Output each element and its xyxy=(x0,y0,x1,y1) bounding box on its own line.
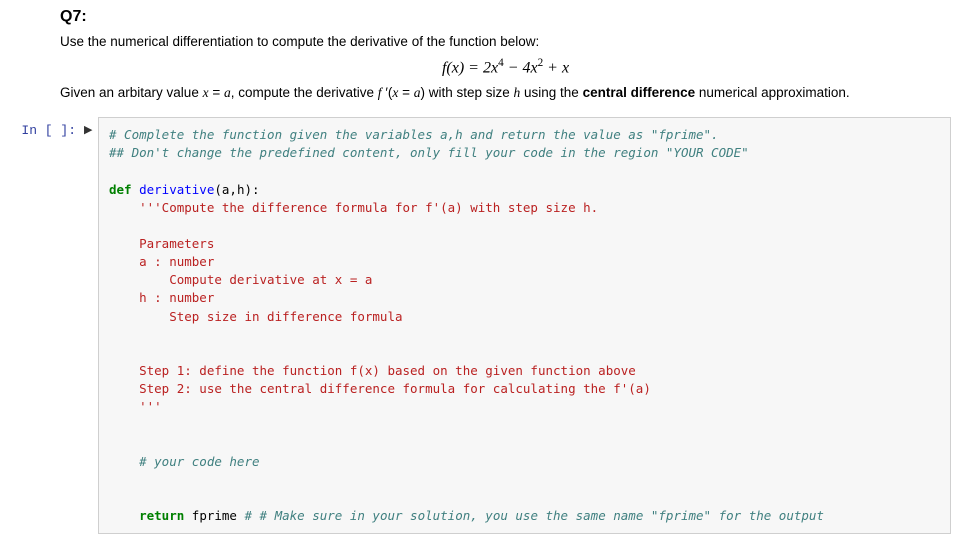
code-cell[interactable]: In [ ]: ▶ # Complete the function given … xyxy=(0,117,961,544)
question-detail: Given an arbitary value x = a, compute t… xyxy=(60,85,951,101)
notebook-view: Q7: Use the numerical differentiation to… xyxy=(0,0,961,544)
run-icon[interactable]: ▶ xyxy=(84,117,98,136)
cell-prompt: In [ ]: xyxy=(6,117,84,138)
code-input[interactable]: # Complete the function given the variab… xyxy=(98,117,951,534)
markdown-cell: Q7: Use the numerical differentiation to… xyxy=(0,0,961,117)
question-intro: Use the numerical differentiation to com… xyxy=(60,34,951,49)
question-title: Q7: xyxy=(60,8,951,26)
question-formula: f(x) = 2x4 − 4x2 + x xyxy=(60,57,951,77)
